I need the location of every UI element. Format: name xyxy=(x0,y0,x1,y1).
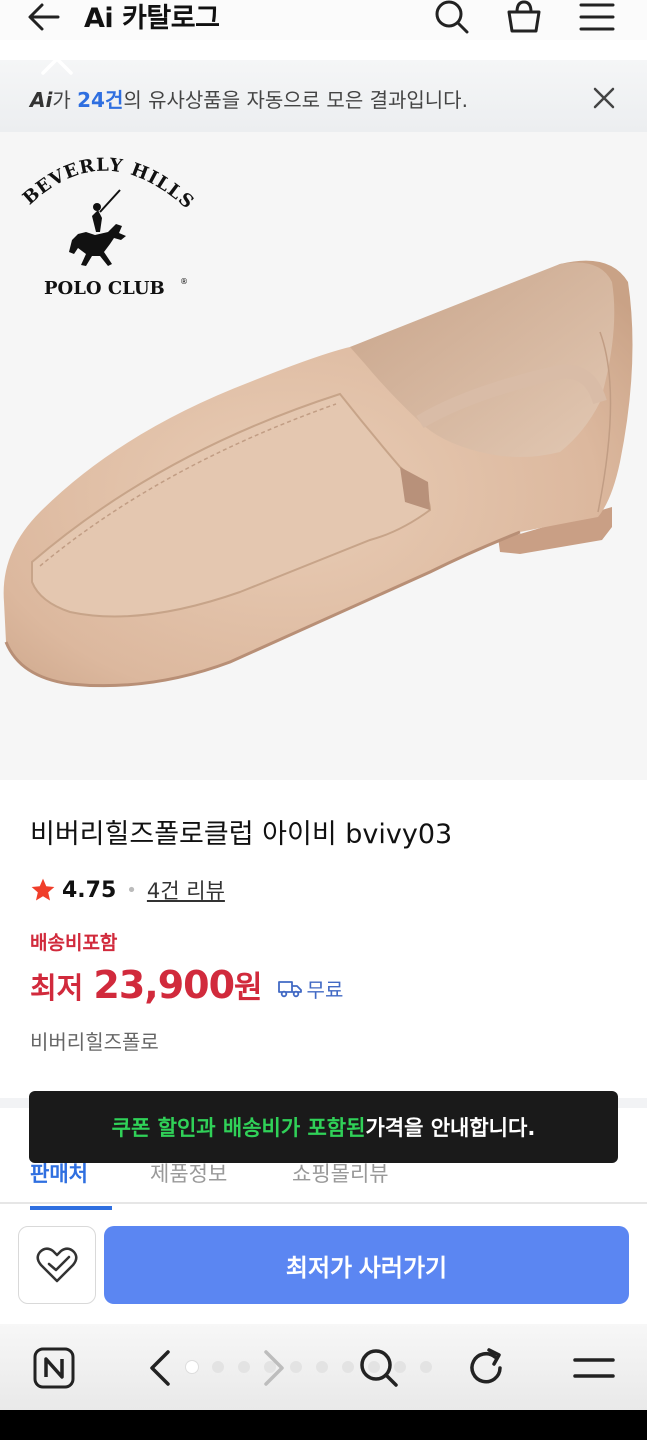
system-nav-strip xyxy=(0,1410,647,1440)
brand-registered-mark: ® xyxy=(180,277,188,286)
nav-back-icon[interactable] xyxy=(140,1346,184,1390)
free-shipping-text: 무료 xyxy=(306,977,344,1002)
tab-divider xyxy=(0,1202,647,1204)
top-header: Ai 카탈로그 xyxy=(0,0,647,40)
ai-notice-banner: Ai가 24건의 유사상품을 자동으로 모은 결과입니다. xyxy=(0,60,647,132)
nav-forward-icon[interactable] xyxy=(250,1346,294,1390)
browser-nav-bar xyxy=(0,1324,647,1410)
overlay-close-icon[interactable] xyxy=(38,40,76,78)
dot-separator: • xyxy=(126,879,137,901)
price-prefix: 최저 xyxy=(30,971,84,1005)
brand-arc-text: BEVERLY HILLS xyxy=(19,155,197,214)
notice-close-icon[interactable] xyxy=(592,86,616,110)
wishlist-button[interactable] xyxy=(18,1226,96,1304)
toast-highlight: 쿠폰 할인과 배송비가 포함된 xyxy=(111,1116,366,1140)
rating-row: 4.75 • 4건 리뷰 xyxy=(30,875,225,905)
heart-check-icon xyxy=(36,1247,78,1283)
review-link[interactable]: 4건 리뷰 xyxy=(147,875,225,905)
similar-count: 24건 xyxy=(77,88,124,112)
nav-menu-icon[interactable] xyxy=(572,1346,616,1390)
ai-notice-before: 가 xyxy=(52,88,78,112)
cart-icon[interactable] xyxy=(505,0,543,34)
buy-lowest-price-button[interactable]: 최저가 사러가기 xyxy=(104,1226,629,1304)
star-icon xyxy=(31,878,55,901)
price-value: 23,900 xyxy=(93,963,235,1007)
price-row: 최저 23,900 원 무료 xyxy=(30,962,343,1007)
search-icon[interactable] xyxy=(432,0,470,34)
product-image[interactable]: BEVERLY HILLS POLO CLUB ® xyxy=(0,132,647,780)
rating-value: 4.75 xyxy=(62,877,117,903)
nav-search-icon[interactable] xyxy=(356,1346,400,1390)
active-tab-indicator xyxy=(30,1206,112,1210)
naver-home-icon[interactable] xyxy=(32,1346,76,1390)
back-arrow-icon[interactable] xyxy=(26,2,62,32)
page-title: Ai 카탈로그 xyxy=(84,3,220,34)
brand-bottom-text: POLO CLUB xyxy=(44,278,165,299)
price-info-toast: 쿠폰 할인과 배송비가 포함된 가격을 안내합니다. xyxy=(29,1091,618,1163)
toast-text: 가격을 안내합니다. xyxy=(365,1116,536,1140)
price-unit: 원 xyxy=(234,970,263,1006)
ai-notice-after: 의 유사상품을 자동으로 모은 결과입니다. xyxy=(123,88,468,112)
shipping-included-label: 배송비포함 xyxy=(30,932,118,954)
loafer-shoe xyxy=(3,260,633,688)
refresh-icon[interactable] xyxy=(464,1346,508,1390)
truck-icon xyxy=(277,981,302,998)
free-shipping: 무료 xyxy=(277,974,344,1003)
ai-notice-text: Ai가 24건의 유사상품을 자동으로 모은 결과입니다. xyxy=(30,84,468,113)
brand-logo: BEVERLY HILLS POLO CLUB ® xyxy=(19,155,198,299)
svg-text:BEVERLY HILLS: BEVERLY HILLS xyxy=(19,155,198,214)
seller-name[interactable]: 비버리힐즈폴로 xyxy=(30,1026,159,1055)
ai-label: Ai xyxy=(30,88,53,112)
menu-icon[interactable] xyxy=(578,0,616,34)
product-name: 비버리힐즈폴로클럽 아이비 bvivy03 xyxy=(30,819,453,850)
shoe-image: BEVERLY HILLS POLO CLUB ® xyxy=(3,155,633,688)
